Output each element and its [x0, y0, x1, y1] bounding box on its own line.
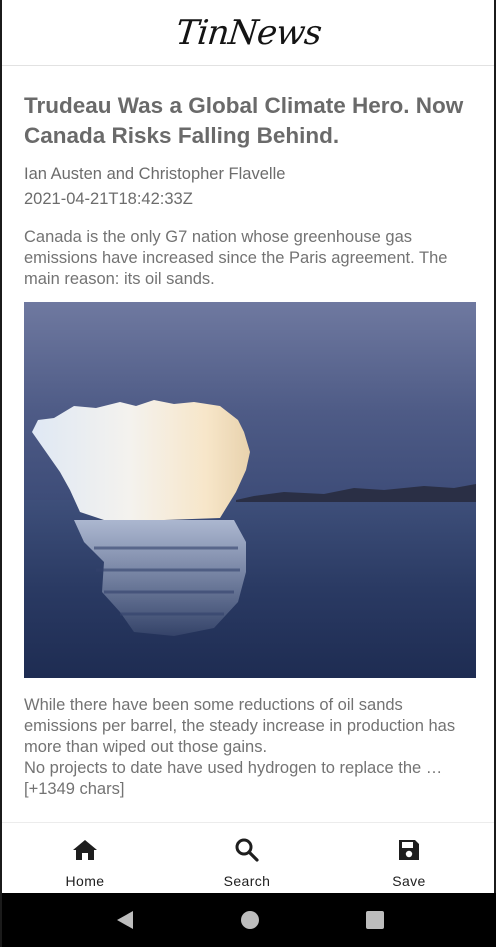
bottom-navigation: Home Search Save: [2, 822, 494, 893]
iceberg-photo: [24, 302, 476, 678]
app-logo: TinNews: [173, 12, 323, 53]
back-icon[interactable]: [105, 900, 145, 940]
nav-home-label: Home: [65, 873, 105, 889]
nav-save[interactable]: Save: [370, 823, 448, 893]
article-date: 2021-04-21T18:42:33Z: [24, 190, 193, 208]
nav-home[interactable]: Home: [46, 823, 124, 893]
article-content: While there have been some reductions of…: [24, 695, 476, 800]
recents-icon[interactable]: [355, 900, 395, 940]
nav-search[interactable]: Search: [208, 823, 286, 893]
home-icon: [71, 836, 99, 864]
article-content-paragraph: While there have been some reductions of…: [24, 696, 456, 756]
article-header: Trudeau Was a Global Climate Hero. Now C…: [24, 66, 476, 290]
app-window: TinNews Trudeau Was a Global Climate Her…: [0, 0, 496, 947]
article-author: Ian Austen and Christopher Flavelle: [24, 165, 286, 183]
article-description: Canada is the only G7 nation whose green…: [24, 228, 448, 288]
save-icon: [395, 836, 423, 864]
search-icon: [233, 836, 261, 864]
article-content-truncated: No projects to date have used hydrogen t…: [24, 759, 443, 798]
nav-save-label: Save: [392, 873, 426, 889]
home-circle-icon[interactable]: [230, 900, 270, 940]
nav-search-label: Search: [223, 873, 271, 889]
article-title: Trudeau Was a Global Climate Hero. Now C…: [24, 93, 464, 148]
article-image: [24, 302, 476, 678]
app-bar: TinNews: [2, 0, 494, 66]
system-navigation-bar: [2, 893, 496, 947]
